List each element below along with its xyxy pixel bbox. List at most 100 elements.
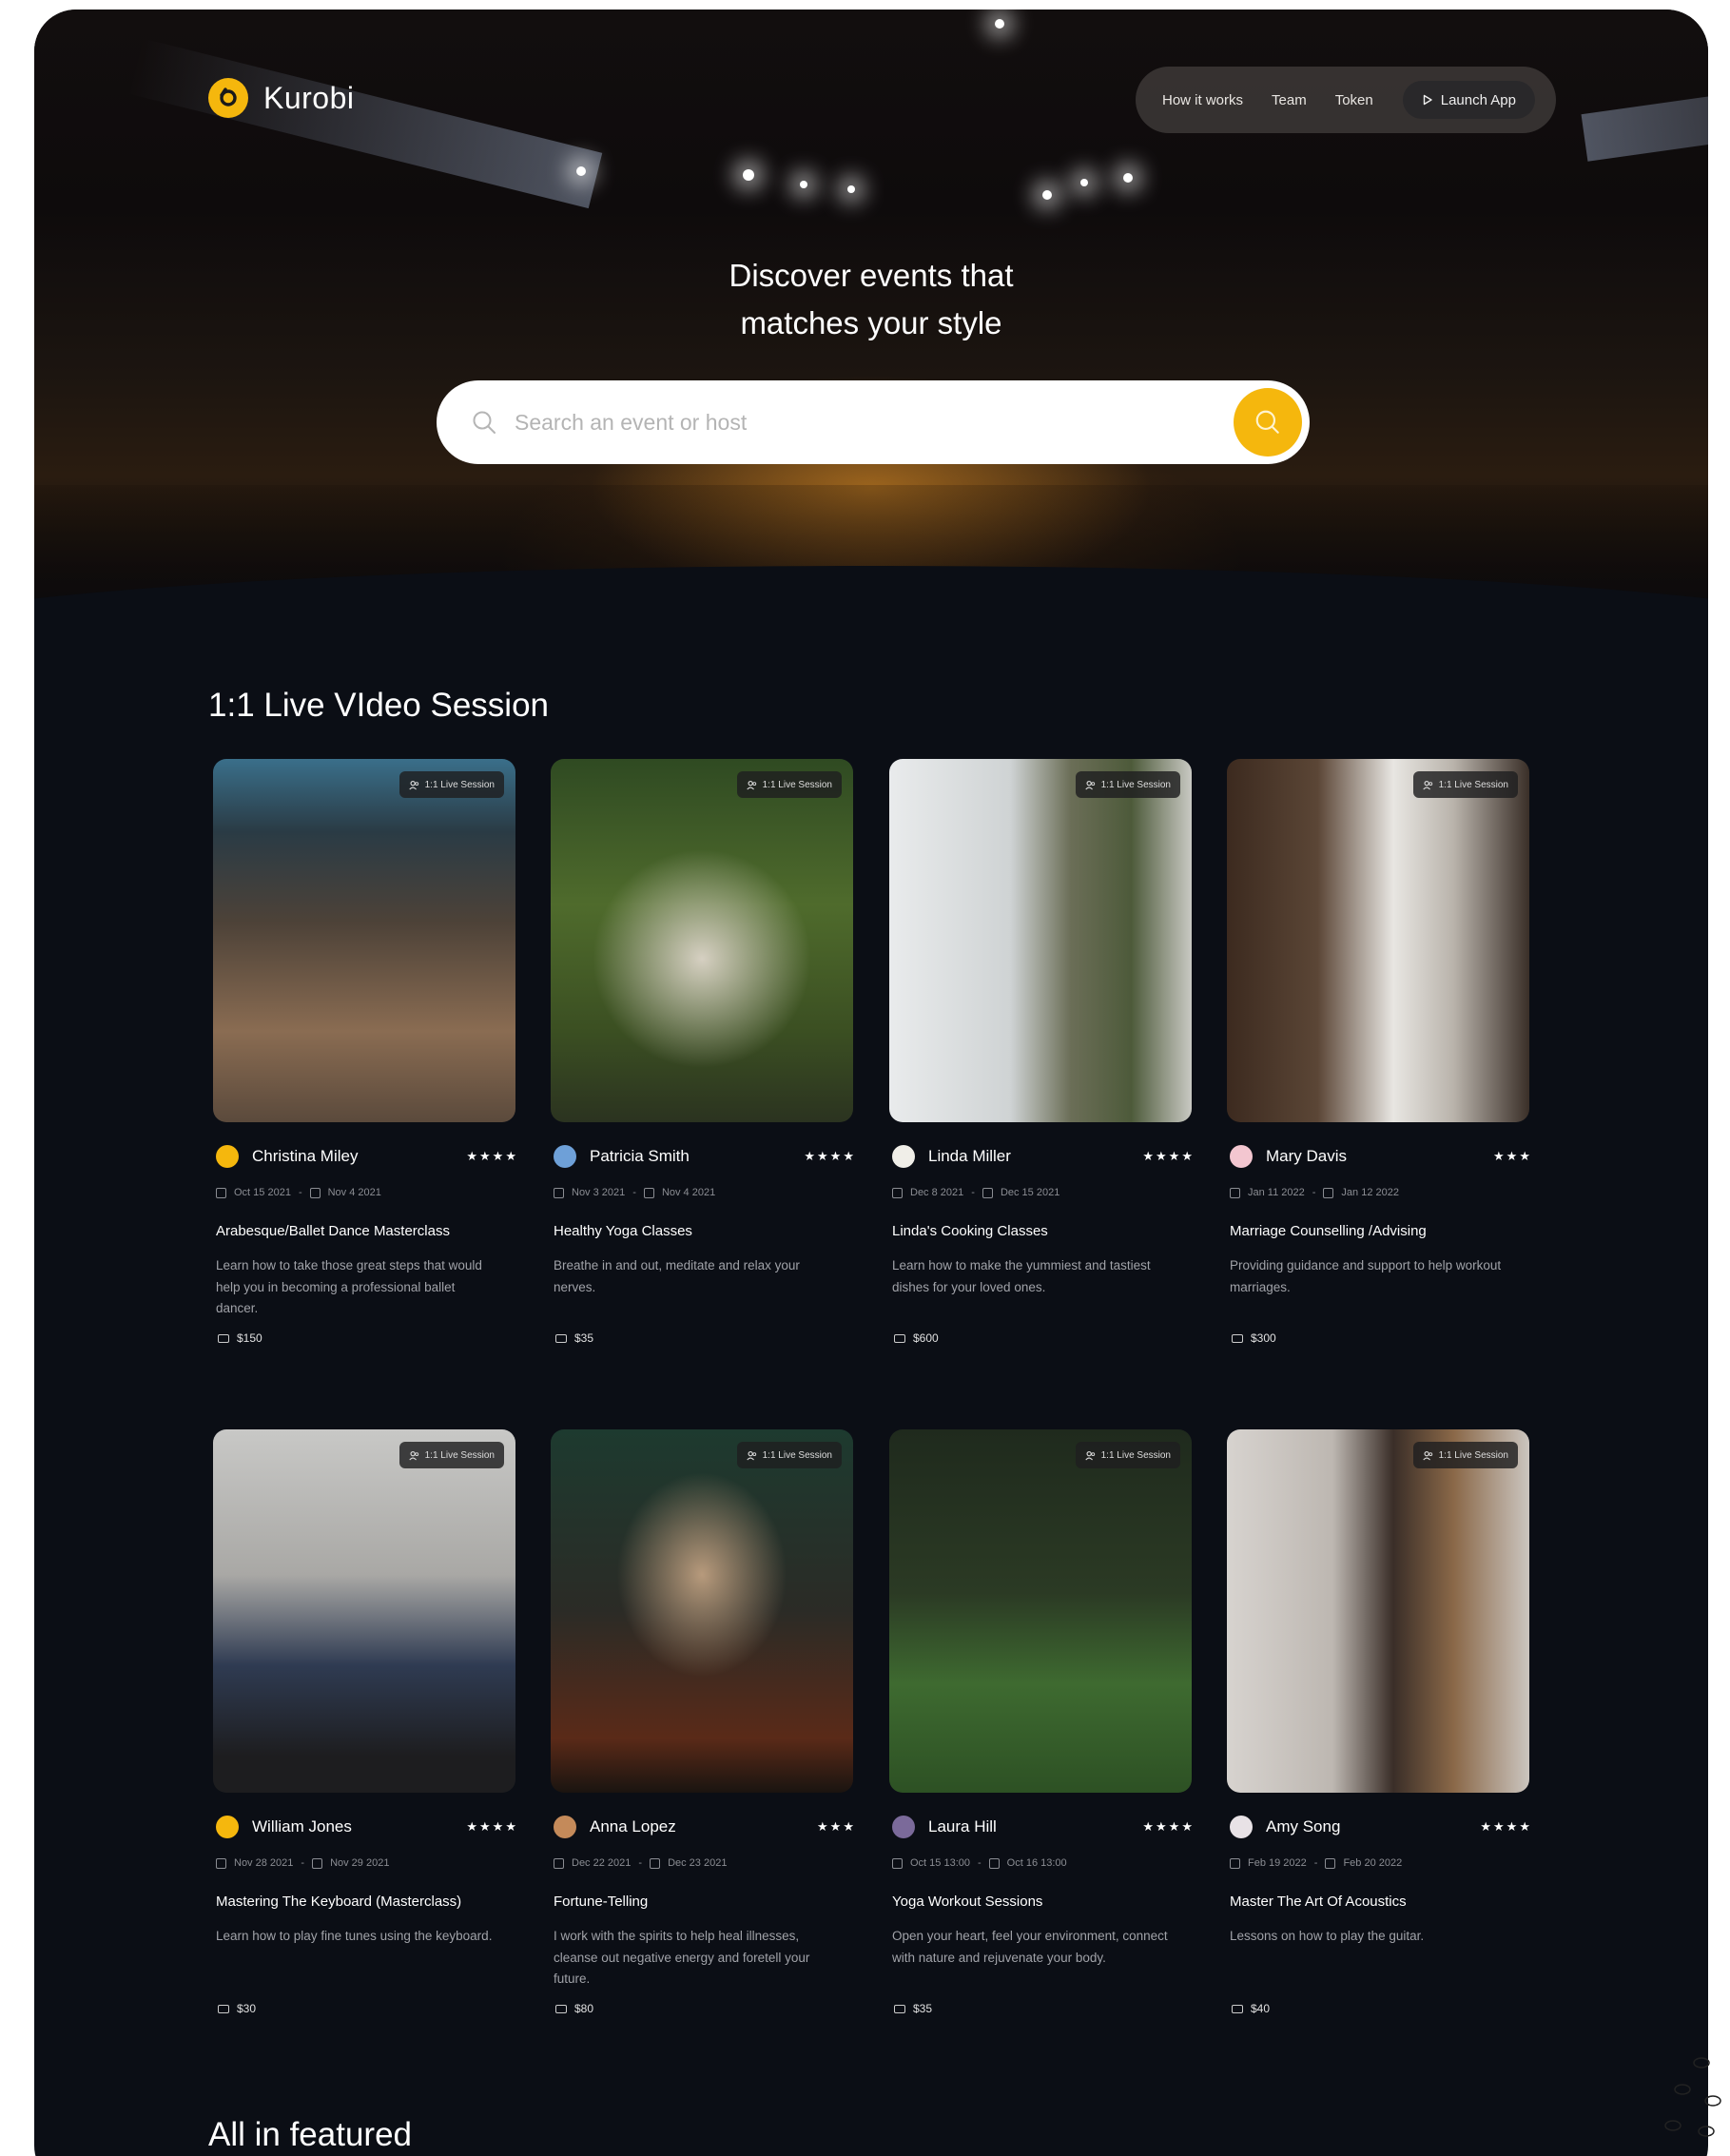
top-nav: How it works Team Token Launch App [1136,67,1556,133]
price-value: $600 [913,1331,939,1345]
host-name[interactable]: Mary Davis [1266,1147,1347,1166]
rating-stars: ★★★★ [466,1819,518,1834]
event-image[interactable]: 1:1 Live Session [889,759,1192,1122]
host-row: Patricia Smith ★★★★ [554,1145,856,1168]
launch-app-button[interactable]: Launch App [1402,81,1535,119]
brand-logo[interactable]: Kurobi [208,78,355,118]
calendar-icon [1230,1187,1240,1198]
host-avatar[interactable] [1230,1816,1253,1838]
calendar-icon [1230,1857,1240,1869]
start-date: Dec 8 2021 [910,1187,964,1198]
price-value: $30 [237,2002,257,2015]
event-title[interactable]: Marriage Counselling /Advising [1230,1223,1532,1239]
event-image[interactable]: 1:1 Live Session [213,1429,515,1793]
users-icon [1422,1450,1432,1460]
search-input[interactable] [515,409,1234,436]
event-card[interactable]: 1:1 Live Session Mary Davis ★★★ Jan 11 2022… [1227,759,1530,1345]
date-separator: - [1313,1857,1318,1869]
ticket-icon [555,2004,567,2013]
event-title[interactable]: Arabesque/Ballet Dance Masterclass [216,1223,518,1239]
stage-light-beam [1581,64,1708,162]
event-card[interactable]: 1:1 Live Session Linda Miller ★★★★ Dec 8 20… [889,759,1193,1345]
nav-team[interactable]: Team [1272,92,1307,108]
event-title[interactable]: Master The Art Of Acoustics [1230,1894,1532,1910]
calendar-icon [312,1857,323,1869]
date-separator: - [971,1187,975,1198]
host-avatar[interactable] [1230,1145,1253,1168]
event-card[interactable]: 1:1 Live Session Patricia Smith ★★★★ Nov 3 … [551,759,854,1345]
host-avatar[interactable] [554,1816,576,1838]
stage-light-beam [126,37,603,209]
event-title[interactable]: Mastering The Keyboard (Masterclass) [216,1894,518,1910]
start-date: Feb 19 2022 [1248,1857,1307,1869]
host-row: Linda Miller ★★★★ [892,1145,1195,1168]
event-price: $35 [894,2002,932,2015]
ticket-icon [894,2004,905,2013]
event-price: $35 [555,1331,593,1345]
host-name[interactable]: Patricia Smith [590,1147,690,1166]
live-session-tag: 1:1 Live Session [736,771,842,798]
event-image[interactable]: 1:1 Live Session [551,759,853,1122]
event-description: Breathe in and out, meditate and relax y… [554,1258,800,1294]
event-title[interactable]: Yoga Workout Sessions [892,1894,1195,1910]
event-image[interactable]: 1:1 Live Session [1227,759,1529,1122]
event-image[interactable]: 1:1 Live Session [213,759,515,1122]
price-value: $150 [237,1331,262,1345]
host-name[interactable]: Amy Song [1266,1817,1340,1836]
rating-stars: ★★★★ [1480,1819,1532,1834]
users-icon [1084,1450,1095,1460]
nav-token[interactable]: Token [1335,92,1373,108]
event-card[interactable]: 1:1 Live Session William Jones ★★★★ Nov 28 … [213,1429,516,2015]
event-card[interactable]: 1:1 Live Session Anna Lopez ★★★ Dec 22 2021… [551,1429,854,2015]
host-avatar[interactable] [554,1145,576,1168]
event-image[interactable]: 1:1 Live Session [1227,1429,1529,1793]
search-icon [473,411,496,434]
host-avatar[interactable] [892,1816,915,1838]
event-card[interactable]: 1:1 Live Session Amy Song ★★★★ Feb 19 2022-… [1227,1429,1530,2015]
event-price: $30 [218,2002,256,2015]
stage-light [847,185,855,193]
host-name[interactable]: Christina Miley [252,1147,358,1166]
ticket-icon [1232,1333,1243,1343]
host-name[interactable]: Laura Hill [928,1817,997,1836]
section-title-live-sessions: 1:1 Live VIdeo Session [208,687,550,724]
users-icon [408,780,418,789]
event-card[interactable]: 1:1 Live Session Laura Hill ★★★★ Oct 15 13:… [889,1429,1193,2015]
users-icon [1422,780,1432,789]
event-image[interactable]: 1:1 Live Session [551,1429,853,1793]
users-icon [746,1450,756,1460]
calendar-icon [216,1857,226,1869]
event-card[interactable]: 1:1 Live Session Christina Miley ★★★★ Oct 1… [213,759,516,1345]
host-row: Christina Miley ★★★★ [216,1145,518,1168]
start-date: Nov 28 2021 [234,1857,294,1869]
stage-light [800,181,807,188]
event-image[interactable]: 1:1 Live Session [889,1429,1192,1793]
end-date: Feb 20 2022 [1343,1857,1403,1869]
launch-app-label: Launch App [1440,91,1516,108]
live-session-tag: 1:1 Live Session [1412,1442,1518,1468]
ticket-icon [1232,2004,1243,2013]
host-avatar[interactable] [216,1816,239,1838]
event-description: Open your heart, feel your environment, … [892,1929,1168,1965]
host-name[interactable]: Linda Miller [928,1147,1011,1166]
search-button[interactable] [1234,388,1302,456]
users-icon [746,780,756,789]
event-price: $600 [894,1331,939,1345]
event-title[interactable]: Healthy Yoga Classes [554,1223,856,1239]
host-avatar[interactable] [892,1145,915,1168]
hero-title: Discover events that matches your style [34,252,1708,347]
host-name[interactable]: William Jones [252,1817,352,1836]
nav-how-it-works[interactable]: How it works [1162,92,1243,108]
host-name[interactable]: Anna Lopez [590,1817,676,1836]
calendar-icon [554,1857,564,1869]
host-row: Amy Song ★★★★ [1230,1816,1532,1838]
event-description: Lessons on how to play the guitar. [1230,1929,1425,1943]
event-title[interactable]: Fortune-Telling [554,1894,856,1910]
end-date: Jan 12 2022 [1341,1187,1399,1198]
event-title[interactable]: Linda's Cooking Classes [892,1223,1195,1239]
calendar-icon [988,1857,1000,1869]
stage-light [995,19,1004,29]
price-value: $80 [574,2002,594,2015]
calendar-icon [1325,1857,1336,1869]
host-avatar[interactable] [216,1145,239,1168]
